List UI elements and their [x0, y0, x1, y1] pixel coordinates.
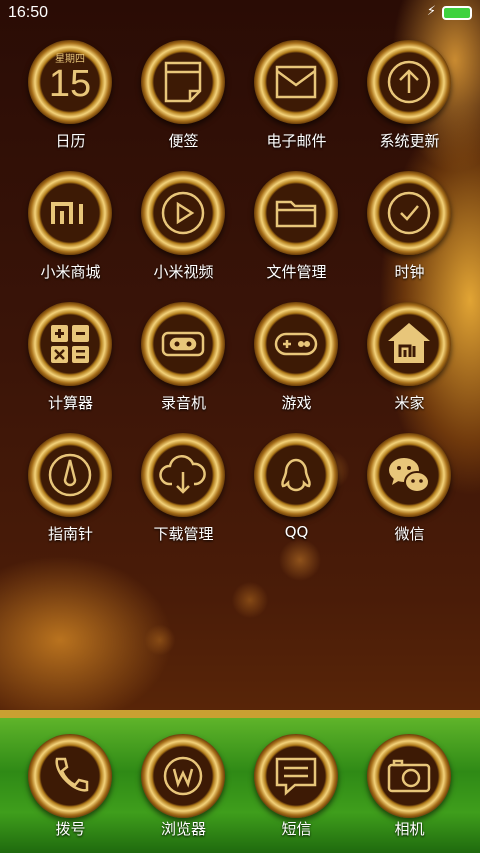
qq-icon	[254, 433, 338, 517]
calendar-day: 15	[48, 63, 92, 105]
message-icon	[254, 734, 338, 818]
app-label: QQ	[284, 523, 309, 541]
app-label: 短信	[281, 820, 312, 838]
status-bar: 16:50 ⚡	[0, 0, 480, 28]
wechat-icon	[367, 433, 451, 517]
app-label: 相机	[394, 820, 425, 838]
app-games[interactable]: 游戏	[240, 302, 353, 422]
compass-icon	[28, 433, 112, 517]
mijia-icon	[367, 302, 451, 386]
phone-icon	[28, 734, 112, 818]
app-label: 下载管理	[153, 525, 214, 543]
app-update[interactable]: 系统更新	[353, 40, 466, 160]
status-time: 16:50	[8, 4, 49, 21]
folder-icon	[254, 171, 338, 255]
app-calculator[interactable]: 计算器	[14, 302, 127, 422]
clock-icon	[367, 171, 451, 255]
camera-icon	[367, 734, 451, 818]
mail-icon	[254, 40, 338, 124]
gamepad-icon	[254, 302, 338, 386]
app-wechat[interactable]: 微信	[353, 433, 466, 553]
calculator-icon	[28, 302, 112, 386]
dock-camera[interactable]: 相机	[353, 718, 466, 838]
notes-icon	[141, 40, 225, 124]
dock: 拨号 浏览器 短信 相机	[0, 710, 480, 853]
app-label: 游戏	[281, 394, 312, 412]
app-clock[interactable]: 时钟	[353, 171, 466, 291]
battery-icon	[442, 6, 472, 20]
app-qq[interactable]: QQ	[240, 433, 353, 553]
app-recorder[interactable]: 录音机	[127, 302, 240, 422]
app-label: 拨号	[55, 820, 86, 838]
update-icon	[367, 40, 451, 124]
app-label: 浏览器	[160, 820, 206, 838]
app-label: 电子邮件	[266, 132, 327, 150]
app-video[interactable]: 小米视频	[127, 171, 240, 291]
mi-store-icon	[28, 171, 112, 255]
app-label: 米家	[394, 394, 425, 412]
app-label: 计算器	[47, 394, 93, 412]
video-icon	[141, 171, 225, 255]
app-label: 录音机	[160, 394, 206, 412]
dock-phone[interactable]: 拨号	[14, 718, 127, 838]
app-label: 微信	[394, 525, 425, 543]
app-label: 时钟	[394, 263, 425, 281]
app-mijia[interactable]: 米家	[353, 302, 466, 422]
app-label: 日历	[55, 132, 86, 150]
app-mi-store[interactable]: 小米商城	[14, 171, 127, 291]
browser-icon	[141, 734, 225, 818]
charging-icon: ⚡	[426, 4, 436, 19]
app-notes[interactable]: 便签	[127, 40, 240, 160]
download-icon	[141, 433, 225, 517]
calendar-icon: 星期四 15	[28, 40, 112, 124]
dock-messages[interactable]: 短信	[240, 718, 353, 838]
app-calendar[interactable]: 星期四 15 日历	[14, 40, 127, 160]
app-mail[interactable]: 电子邮件	[240, 40, 353, 160]
app-downloads[interactable]: 下载管理	[127, 433, 240, 553]
app-label: 指南针	[47, 525, 93, 543]
app-label: 小米视频	[153, 263, 214, 281]
app-label: 小米商城	[40, 263, 101, 281]
dock-browser[interactable]: 浏览器	[127, 718, 240, 838]
app-files[interactable]: 文件管理	[240, 171, 353, 291]
app-label: 文件管理	[266, 263, 327, 281]
recorder-icon	[141, 302, 225, 386]
app-label: 系统更新	[379, 132, 440, 150]
app-compass[interactable]: 指南针	[14, 433, 127, 553]
app-label: 便签	[168, 132, 199, 150]
